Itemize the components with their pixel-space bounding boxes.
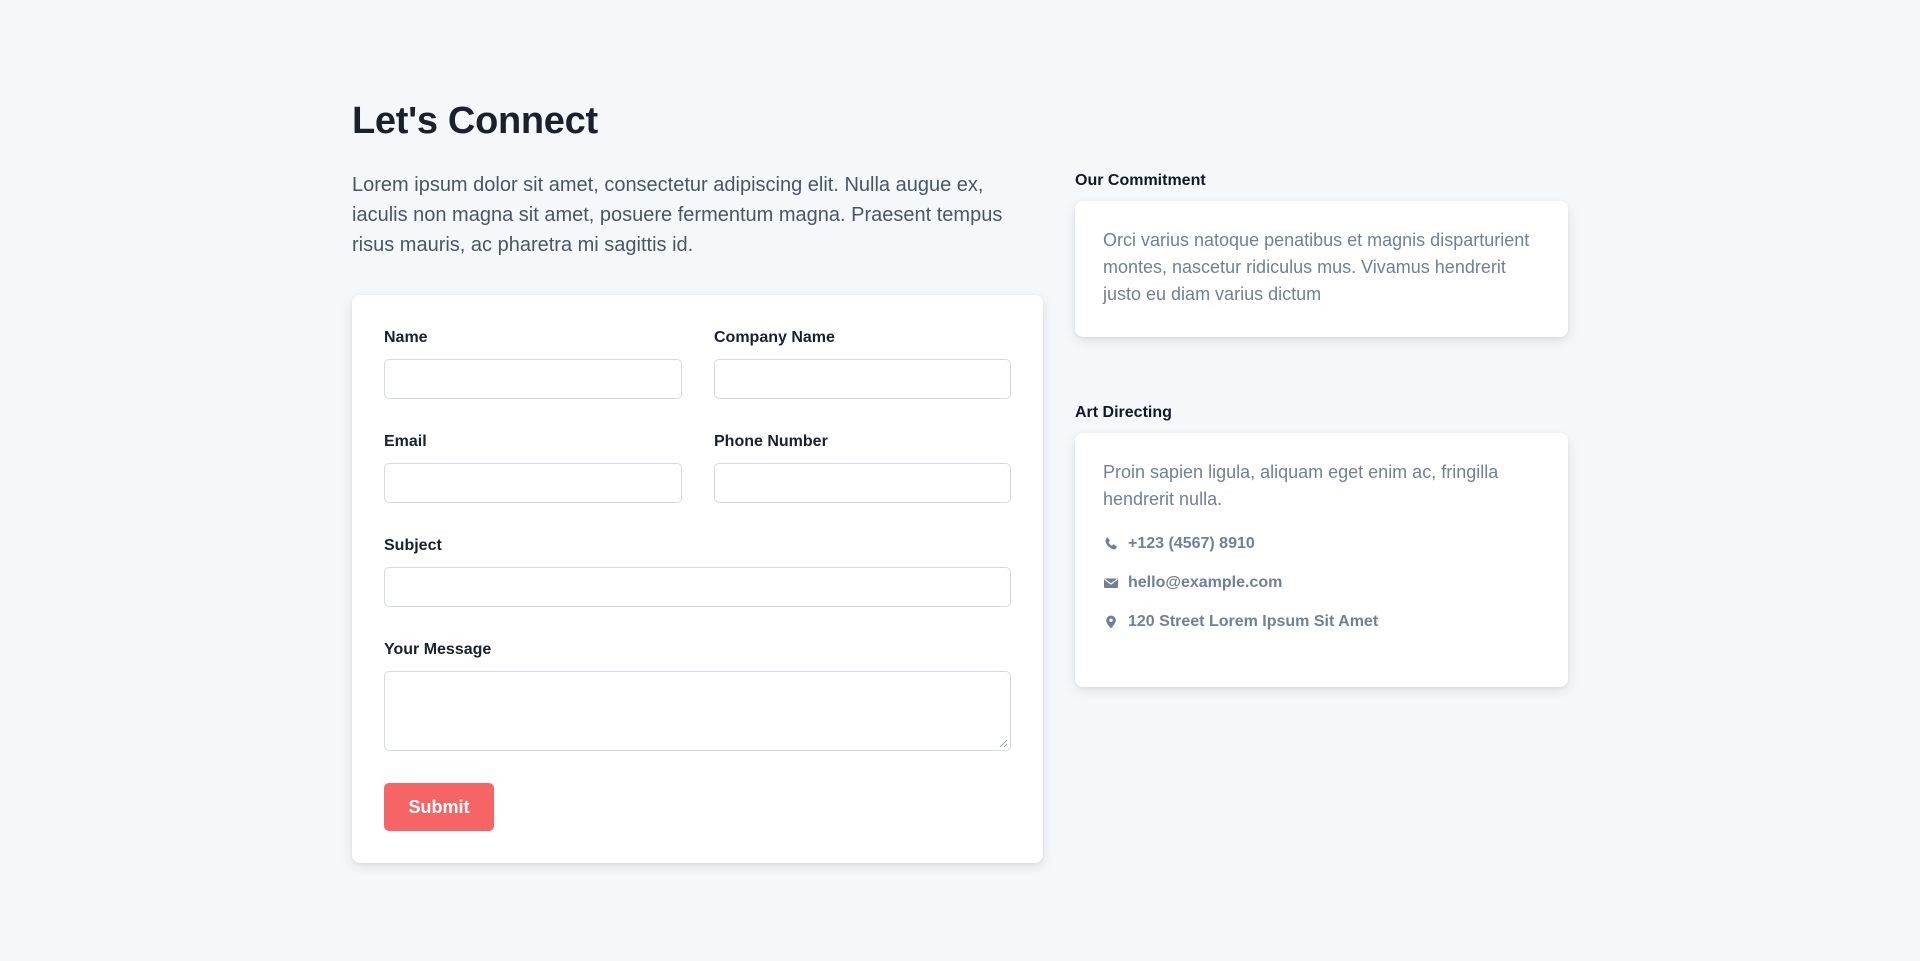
- contact-address-text: 120 Street Lorem Ipsum Sit Amet: [1128, 613, 1379, 630]
- subject-label: Subject: [384, 537, 442, 554]
- resize-grip-icon[interactable]: [999, 739, 1008, 748]
- commitment-card: Orci varius natoque penatibus et magnis …: [1075, 201, 1568, 337]
- subject-field[interactable]: [384, 567, 1011, 607]
- art-directing-heading: Art Directing: [1075, 404, 1172, 421]
- art-directing-text: Proin sapien ligula, aliquam eget enim a…: [1103, 462, 1499, 509]
- art-directing-card: Proin sapien ligula, aliquam eget enim a…: [1075, 433, 1568, 687]
- message-label: Your Message: [384, 641, 492, 658]
- phone-icon: [1103, 536, 1119, 552]
- message-textarea[interactable]: [384, 671, 1011, 751]
- submit-button[interactable]: Submit: [384, 783, 494, 831]
- company-name-label: Company Name: [714, 329, 835, 346]
- map-pin-icon: [1103, 614, 1119, 630]
- contact-address-row: 120 Street Lorem Ipsum Sit Amet: [1103, 613, 1540, 631]
- email-field[interactable]: [384, 463, 682, 503]
- contact-phone-row: +123 (4567) 8910: [1103, 535, 1540, 553]
- name-label: Name: [384, 329, 428, 346]
- phone-number-label: Phone Number: [714, 433, 828, 450]
- email-label: Email: [384, 433, 427, 450]
- contact-email-text: hello@example.com: [1128, 574, 1283, 591]
- envelope-icon: [1103, 575, 1119, 591]
- name-field[interactable]: [384, 359, 682, 399]
- intro-section: Let's Connect Lorem ipsum dolor sit amet…: [352, 96, 1043, 260]
- page: Let's Connect Lorem ipsum dolor sit amet…: [0, 0, 1920, 961]
- page-title: Let's Connect: [352, 100, 598, 142]
- commitment-text: Orci varius natoque penatibus et magnis …: [1103, 230, 1530, 304]
- contact-phone-text: +123 (4567) 8910: [1128, 535, 1255, 552]
- company-name-field[interactable]: [714, 359, 1011, 399]
- contact-form-card: Name Company Name Email Phone Number Sub…: [352, 295, 1043, 863]
- commitment-heading: Our Commitment: [1075, 172, 1206, 189]
- phone-number-field[interactable]: [714, 463, 1011, 503]
- contact-email-row: hello@example.com: [1103, 574, 1540, 592]
- intro-paragraph: Lorem ipsum dolor sit amet, consectetur …: [352, 174, 1003, 256]
